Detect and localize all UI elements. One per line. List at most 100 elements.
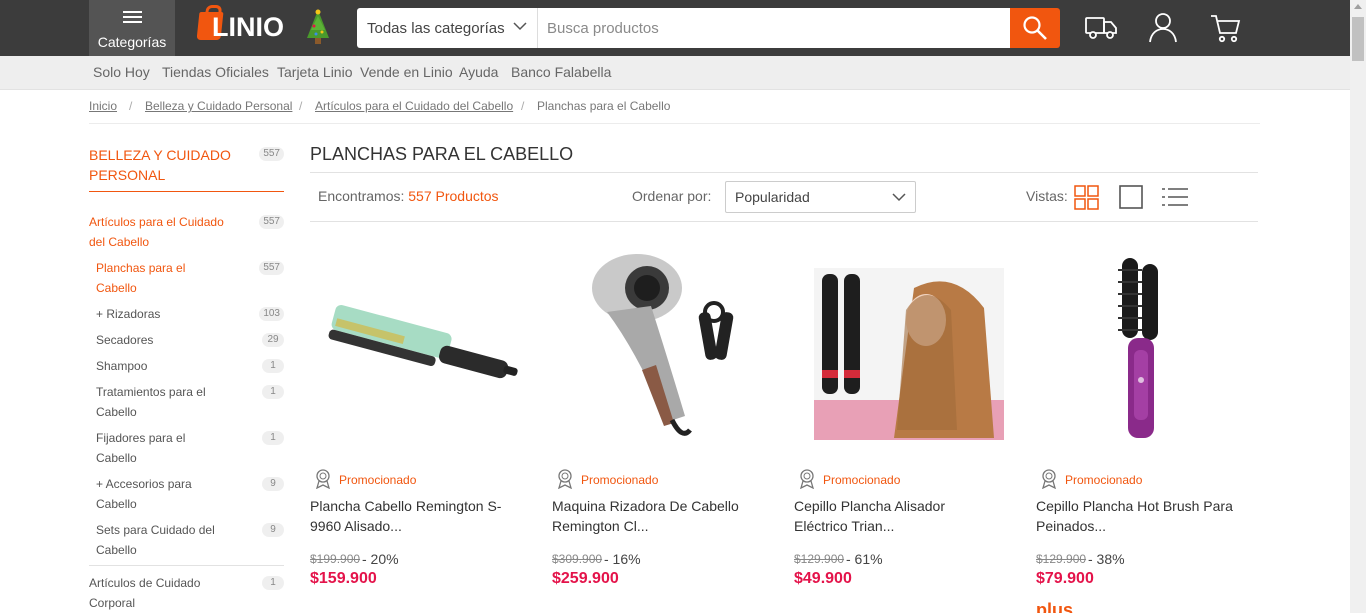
user-account-icon[interactable] <box>1148 12 1178 44</box>
count-badge: 557 <box>259 261 284 275</box>
sidebar-item-label: Artículos para el Cuidado del Cabello <box>89 215 224 249</box>
chevron-down-icon <box>513 22 527 31</box>
product-image-hot-brush[interactable] <box>1036 250 1266 448</box>
breadcrumb-separator: / <box>299 99 303 113</box>
secondary-nav: Solo Hoy Tiendas Oficiales Tarjeta Linio… <box>0 56 1350 90</box>
results-prefix: Encontramos: <box>318 188 405 204</box>
medal-icon <box>1042 469 1056 489</box>
medal-icon <box>800 469 814 489</box>
discount-percent: - 16% <box>604 551 641 567</box>
original-price: $199.900 <box>310 552 361 566</box>
single-view-icon[interactable] <box>1119 185 1143 209</box>
medal-icon <box>558 469 572 489</box>
page-scrollbar[interactable] <box>1350 0 1366 613</box>
count-badge: 29 <box>262 333 284 347</box>
linio-logo[interactable]: LINIO <box>196 10 294 46</box>
breadcrumb-separator: / <box>521 99 525 113</box>
sidebar-item-belleza[interactable]: BELLEZA Y CUIDADO PERSONAL 557 <box>89 143 284 192</box>
current-price: $159.900 <box>310 570 377 587</box>
count-badge: 557 <box>259 215 284 229</box>
product-card[interactable]: Promocionado Cepillo Plancha Hot Brush P… <box>1036 250 1266 613</box>
search-category-select[interactable]: Todas las categorías <box>357 8 538 48</box>
top-header: Categorías LINIO Todas las categorías <box>0 0 1350 56</box>
results-number: 557 Productos <box>408 188 499 204</box>
sidebar-divider <box>89 565 284 566</box>
nav-link-solo-hoy[interactable]: Solo Hoy <box>93 64 150 80</box>
scroll-up-arrow-icon[interactable] <box>1354 4 1362 9</box>
sidebar-item-label: Sets para Cuidado del Cabello <box>96 523 215 557</box>
product-name[interactable]: Cepillo Plancha Hot Brush Para Peinados.… <box>1036 496 1241 536</box>
page-title: PLANCHAS PARA EL CABELLO <box>310 144 574 164</box>
count-badge: 9 <box>262 477 284 491</box>
product-image-straightening-brush[interactable] <box>794 250 1024 448</box>
current-price: $49.900 <box>794 570 852 587</box>
count-badge: 1 <box>262 431 284 445</box>
results-toolbar: Encontramos: 557 Productos Ordenar por: … <box>310 172 1258 222</box>
sort-value: Popularidad <box>735 189 810 205</box>
breadcrumb-link-inicio[interactable]: Inicio <box>89 99 117 113</box>
sidebar-item-label: BELLEZA Y CUIDADO PERSONAL <box>89 147 231 183</box>
nav-link-banco-falabella[interactable]: Banco Falabella <box>511 64 611 80</box>
breadcrumb: Inicio / Belleza y Cuidado Personal / Ar… <box>89 99 1260 124</box>
grid-view-icon[interactable] <box>1074 185 1100 211</box>
shopping-cart-icon[interactable] <box>1210 12 1242 44</box>
product-name[interactable]: Cepillo Plancha Alisador Eléctrico Trian… <box>794 496 999 536</box>
nav-link-ayuda[interactable]: Ayuda <box>459 64 498 80</box>
sidebar-item-label: Tratamientos para el Cabello <box>96 385 206 419</box>
discount-percent: - 38% <box>1088 551 1125 567</box>
views-label: Vistas: <box>1026 188 1068 204</box>
search-category-value: Todas las categorías <box>367 20 505 37</box>
breadcrumb-link-cuidado-cabello[interactable]: Artículos para el Cuidado del Cabello <box>315 99 513 113</box>
sidebar-item-label: Artículos de Cuidado Corporal <box>89 576 201 610</box>
count-badge: 9 <box>262 523 284 537</box>
medal-icon <box>316 469 330 489</box>
sidebar-item-label: Planchas para el Cabello <box>96 261 186 295</box>
current-price: $79.900 <box>1036 570 1094 587</box>
categories-label: Categorías <box>97 34 167 50</box>
count-badge: 1 <box>262 576 284 590</box>
sidebar-item-label: Fijadores para el Cabello <box>96 431 186 465</box>
sidebar-item-label: Shampoo <box>96 359 148 373</box>
sort-label: Ordenar por: <box>632 188 712 204</box>
count-badge: 557 <box>259 147 284 161</box>
logo-text: LINIO <box>212 12 284 42</box>
sidebar-item-label: + Rizadoras <box>96 307 161 321</box>
product-card[interactable]: Promocionado Maquina Rizadora De Cabello… <box>552 250 782 613</box>
sidebar-item-label: Secadores <box>96 333 154 347</box>
product-name[interactable]: Plancha Cabello Remington S-9960 Alisado… <box>310 496 515 536</box>
current-price: $259.900 <box>552 570 619 587</box>
search-icon <box>1023 16 1047 40</box>
categories-menu-button[interactable]: Categorías <box>89 0 175 56</box>
product-name[interactable]: Maquina Rizadora De Cabello Remington Cl… <box>552 496 757 536</box>
product-card[interactable]: Promocionado Plancha Cabello Remington S… <box>310 250 540 613</box>
breadcrumb-separator: / <box>129 99 133 113</box>
count-badge: 103 <box>259 307 284 321</box>
christmas-tree-icon <box>307 9 329 44</box>
original-price: $129.900 <box>1036 552 1087 566</box>
list-view-icon[interactable] <box>1162 185 1188 209</box>
delivery-truck-icon[interactable] <box>1084 12 1118 42</box>
nav-link-vende-en-linio[interactable]: Vende en Linio <box>360 64 453 80</box>
scrollbar-thumb[interactable] <box>1352 17 1364 61</box>
product-image-flat-iron[interactable] <box>310 250 540 448</box>
discount-percent: - 61% <box>846 551 883 567</box>
breadcrumb-current: Planchas para el Cabello <box>537 99 671 113</box>
chevron-down-icon <box>892 193 906 202</box>
plus-badge: plus <box>1036 600 1074 613</box>
nav-link-tiendas-oficiales[interactable]: Tiendas Oficiales <box>162 64 269 80</box>
breadcrumb-link-belleza[interactable]: Belleza y Cuidado Personal <box>145 99 292 113</box>
product-card[interactable]: Promocionado Cepillo Plancha Alisador El… <box>794 250 1024 613</box>
original-price: $129.900 <box>794 552 845 566</box>
sort-select[interactable]: Popularidad <box>725 181 916 213</box>
search-button[interactable] <box>1010 8 1060 48</box>
count-badge: 1 <box>262 359 284 373</box>
sidebar-item-label: + Accesorios para Cabello <box>96 477 192 511</box>
count-badge: 1 <box>262 385 284 399</box>
original-price: $309.900 <box>552 552 603 566</box>
discount-percent: - 20% <box>362 551 399 567</box>
search-input[interactable] <box>538 8 1010 48</box>
results-count: Encontramos: 557 Productos <box>318 188 499 204</box>
product-image-hair-curler[interactable] <box>552 250 782 448</box>
hamburger-icon <box>123 11 142 23</box>
nav-link-tarjeta-linio[interactable]: Tarjeta Linio <box>277 64 353 80</box>
